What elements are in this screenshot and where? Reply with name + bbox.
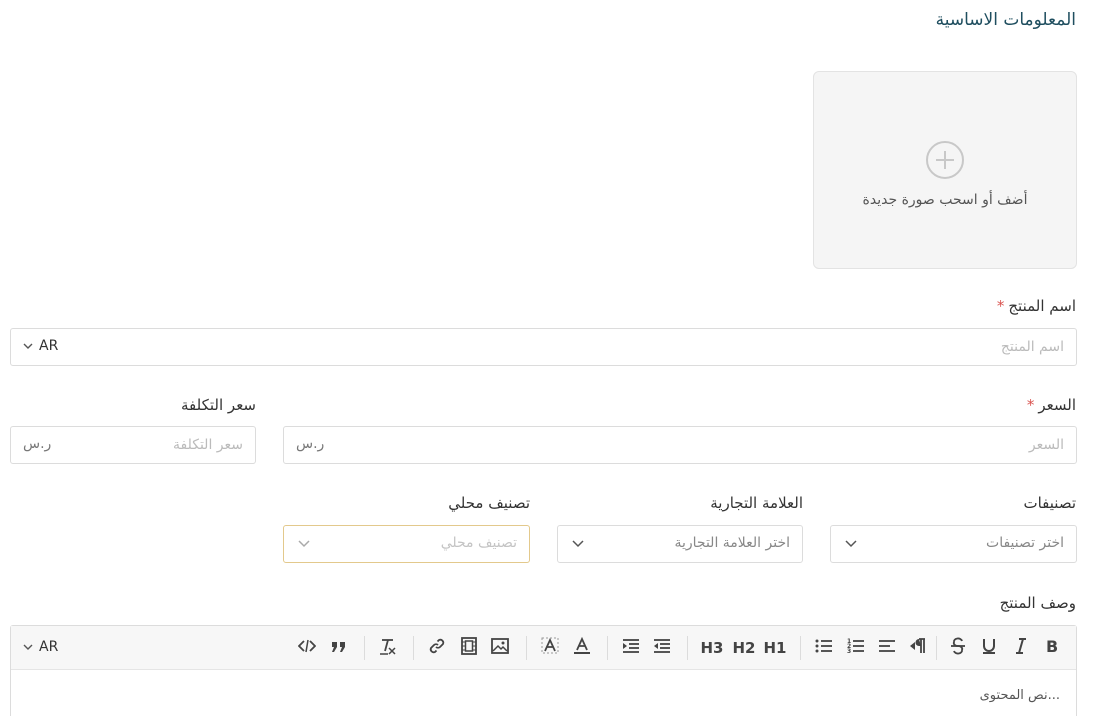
quote-icon bbox=[332, 642, 345, 652]
text-color-button[interactable] bbox=[572, 636, 592, 659]
required-marker: * bbox=[996, 297, 1005, 315]
section-title: المعلومات الاساسية bbox=[935, 10, 1076, 30]
video-icon bbox=[461, 637, 477, 655]
categories-select[interactable]: اختر تصنيفات bbox=[830, 525, 1077, 563]
link-icon bbox=[429, 638, 445, 654]
image-icon bbox=[491, 638, 509, 654]
ordered-list-button[interactable]: 123 bbox=[846, 637, 866, 659]
background-color-icon bbox=[541, 637, 559, 654]
cost-price-label: سعر التكلفة bbox=[181, 396, 256, 414]
upload-text: أضف أو اسحب صورة جديدة bbox=[862, 192, 1028, 208]
chevron-down-icon bbox=[298, 540, 310, 548]
text-color-icon bbox=[574, 636, 590, 654]
text-direction-button[interactable] bbox=[908, 637, 928, 659]
product-name-input[interactable] bbox=[176, 329, 1076, 365]
indent-icon bbox=[623, 639, 639, 653]
description-lang-select[interactable]: AR bbox=[23, 639, 58, 655]
categories-label: تصنيفات bbox=[1023, 494, 1076, 512]
background-color-button[interactable] bbox=[540, 637, 560, 659]
product-name-label-text: اسم المنتج bbox=[1008, 297, 1076, 315]
insert-image-button[interactable] bbox=[490, 637, 510, 659]
local-category-placeholder: تصنيف محلي bbox=[440, 535, 517, 551]
plus-circle-icon bbox=[926, 141, 964, 179]
toolbar-separator bbox=[607, 636, 608, 660]
product-name-lang-select[interactable]: AR bbox=[23, 338, 58, 354]
align-button[interactable] bbox=[877, 637, 897, 659]
toolbar-separator bbox=[687, 636, 688, 660]
required-marker: * bbox=[1026, 396, 1035, 414]
price-label-text: السعر bbox=[1038, 396, 1076, 414]
bullet-list-button[interactable] bbox=[814, 637, 834, 659]
toolbar-separator bbox=[800, 636, 801, 660]
strikethrough-button[interactable] bbox=[949, 637, 967, 659]
heading-2-button[interactable]: H2 bbox=[732, 637, 756, 659]
lang-label: AR bbox=[39, 639, 59, 655]
cost-price-currency: ر.س bbox=[23, 436, 52, 452]
chevron-down-icon bbox=[572, 540, 584, 548]
svg-text:B: B bbox=[1046, 637, 1058, 655]
clear-formatting-icon bbox=[380, 639, 396, 655]
paragraph-rtl-icon bbox=[910, 638, 925, 653]
image-upload-dropzone[interactable]: أضف أو اسحب صورة جديدة bbox=[813, 71, 1077, 269]
brand-select[interactable]: اختر العلامة التجارية bbox=[557, 525, 803, 563]
heading-3-button[interactable]: H3 bbox=[700, 637, 724, 659]
product-name-label: اسم المنتج* bbox=[997, 297, 1076, 315]
brand-placeholder: اختر العلامة التجارية bbox=[674, 535, 790, 551]
editor-toolbar: B 123 H1 H2 H3 AR bbox=[11, 626, 1076, 670]
insert-link-button[interactable] bbox=[427, 637, 447, 659]
ordered-list-icon: 123 bbox=[847, 638, 864, 655]
code-icon bbox=[297, 639, 317, 653]
price-currency: ر.س bbox=[296, 436, 325, 452]
cost-price-input[interactable] bbox=[75, 427, 255, 463]
local-category-label: تصنيف محلي bbox=[448, 494, 530, 512]
local-category-select[interactable]: تصنيف محلي bbox=[283, 525, 530, 563]
product-name-field: AR bbox=[10, 328, 1077, 366]
chevron-down-icon bbox=[845, 540, 857, 548]
editor-content-area[interactable]: ...نص المحتوى bbox=[980, 688, 1060, 703]
outdent-icon bbox=[654, 639, 670, 653]
bold-icon: B bbox=[1046, 637, 1058, 656]
underline-icon bbox=[983, 639, 995, 654]
price-label: السعر* bbox=[1027, 396, 1076, 414]
svg-text:3: 3 bbox=[847, 648, 851, 655]
brand-label: العلامة التجارية bbox=[710, 494, 803, 512]
chevron-down-icon bbox=[23, 644, 33, 650]
insert-video-button[interactable] bbox=[459, 637, 479, 659]
blockquote-button[interactable] bbox=[329, 637, 349, 659]
description-editor: B 123 H1 H2 H3 AR ...نص المحتوى bbox=[10, 625, 1077, 716]
toolbar-separator bbox=[526, 636, 527, 660]
lang-label: AR bbox=[39, 338, 59, 354]
underline-button[interactable] bbox=[980, 637, 998, 659]
price-input[interactable] bbox=[376, 427, 1076, 463]
italic-icon bbox=[1016, 638, 1026, 654]
toolbar-separator bbox=[936, 636, 937, 660]
categories-placeholder: اختر تصنيفات bbox=[986, 535, 1064, 551]
description-label: وصف المنتج bbox=[999, 594, 1076, 612]
heading-1-button[interactable]: H1 bbox=[763, 637, 787, 659]
code-button[interactable] bbox=[297, 637, 317, 659]
cost-price-field: ر.س bbox=[10, 426, 256, 464]
outdent-button[interactable] bbox=[652, 637, 672, 659]
toolbar-separator bbox=[413, 636, 414, 660]
strikethrough-icon bbox=[951, 637, 965, 655]
chevron-down-icon bbox=[23, 343, 33, 349]
italic-button[interactable] bbox=[1012, 637, 1030, 659]
toolbar-separator bbox=[364, 636, 365, 660]
bold-button[interactable]: B bbox=[1043, 637, 1061, 659]
bullet-list-icon bbox=[815, 639, 832, 653]
clear-formatting-button[interactable] bbox=[378, 637, 398, 659]
indent-button[interactable] bbox=[621, 637, 641, 659]
price-field: ر.س bbox=[283, 426, 1077, 464]
align-icon bbox=[879, 640, 895, 652]
